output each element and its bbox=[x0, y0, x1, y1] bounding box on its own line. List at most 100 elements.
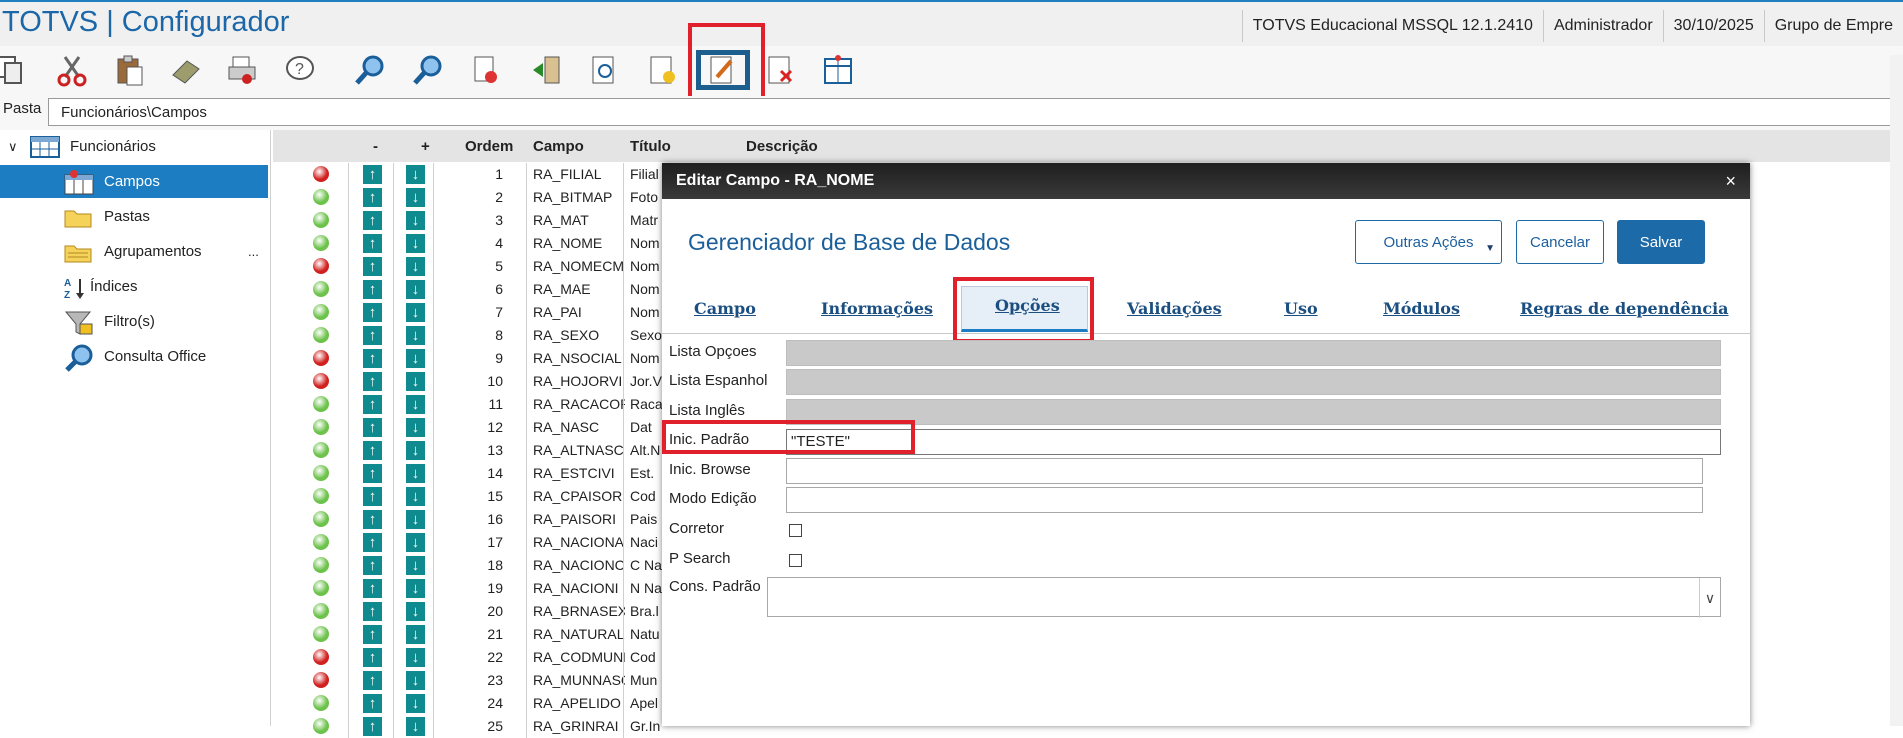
column-header-ordem[interactable]: Ordem bbox=[465, 138, 513, 155]
table-row[interactable]: ↑ ↓ 18 RA_NACIONC C Na bbox=[273, 554, 673, 577]
delete-field-icon[interactable] bbox=[760, 50, 800, 90]
cut-icon[interactable] bbox=[52, 50, 92, 90]
arrow-up-icon[interactable]: ↑ bbox=[363, 487, 382, 506]
other-actions-button[interactable]: Outras Ações ▼ bbox=[1355, 220, 1502, 264]
table-row[interactable]: ↑ ↓ 16 RA_PAISORI Pais bbox=[273, 508, 673, 531]
scrollbar[interactable] bbox=[1890, 55, 1903, 726]
arrow-up-icon[interactable]: ↑ bbox=[363, 533, 382, 552]
table-row[interactable]: ↑ ↓ 11 RA_RACACOR Raca bbox=[273, 393, 673, 416]
eraser-icon[interactable] bbox=[166, 50, 206, 90]
arrow-up-icon[interactable]: ↑ bbox=[363, 717, 382, 736]
arrow-up-icon[interactable]: ↑ bbox=[363, 165, 382, 184]
arrow-down-icon[interactable]: ↓ bbox=[406, 395, 425, 414]
arrow-down-icon[interactable]: ↓ bbox=[406, 349, 425, 368]
arrow-up-icon[interactable]: ↑ bbox=[363, 579, 382, 598]
print-icon[interactable] bbox=[222, 50, 262, 90]
arrow-down-icon[interactable]: ↓ bbox=[406, 257, 425, 276]
table-row[interactable]: ↑ ↓ 10 RA_HOJORVI Jor.V bbox=[273, 370, 673, 393]
search-icon[interactable] bbox=[350, 50, 390, 90]
arrow-down-icon[interactable]: ↓ bbox=[406, 326, 425, 345]
close-icon[interactable]: × bbox=[1725, 163, 1736, 199]
chevron-down-icon[interactable]: ∨ bbox=[8, 130, 18, 163]
table-row[interactable]: ↑ ↓ 24 RA_APELIDO Apel bbox=[273, 692, 673, 715]
table-row[interactable]: ↑ ↓ 2 RA_BITMAP Foto bbox=[273, 186, 673, 209]
arrow-down-icon[interactable]: ↓ bbox=[406, 441, 425, 460]
table-row[interactable]: ↑ ↓ 23 RA_MUNNASC Mun bbox=[273, 669, 673, 692]
tab-informacoes[interactable]: Informações bbox=[821, 299, 933, 318]
tree-item-pastas[interactable]: Pastas bbox=[0, 200, 268, 233]
tree-item-campos[interactable]: Campos bbox=[0, 165, 268, 198]
arrow-down-icon[interactable]: ↓ bbox=[406, 234, 425, 253]
arrow-down-icon[interactable]: ↓ bbox=[406, 280, 425, 299]
export-icon[interactable] bbox=[466, 50, 506, 90]
arrow-up-icon[interactable]: ↑ bbox=[363, 395, 382, 414]
arrow-up-icon[interactable]: ↑ bbox=[363, 464, 382, 483]
corretor-checkbox[interactable] bbox=[789, 524, 802, 537]
help-icon[interactable]: ? bbox=[280, 50, 320, 90]
inic-padrao-input[interactable]: "TESTE" bbox=[786, 429, 1721, 455]
arrow-up-icon[interactable]: ↑ bbox=[363, 648, 382, 667]
table-row[interactable]: ↑ ↓ 4 RA_NOME Nom bbox=[273, 232, 673, 255]
tree-item-filtros[interactable]: Filtro(s) bbox=[0, 305, 268, 338]
arrow-up-icon[interactable]: ↑ bbox=[363, 349, 382, 368]
arrow-down-icon[interactable]: ↓ bbox=[406, 188, 425, 207]
arrow-down-icon[interactable]: ↓ bbox=[406, 211, 425, 230]
tab-campo[interactable]: Campo bbox=[694, 299, 756, 318]
chevron-down-icon[interactable]: ∨ bbox=[1699, 578, 1720, 618]
column-header-titulo[interactable]: Título bbox=[630, 138, 671, 155]
inic-browse-input[interactable] bbox=[786, 458, 1703, 484]
tree-item-indices[interactable]: AZ Índices bbox=[0, 270, 268, 303]
arrow-down-icon[interactable]: ↓ bbox=[406, 694, 425, 713]
arrow-down-icon[interactable]: ↓ bbox=[406, 648, 425, 667]
table-row[interactable]: ↑ ↓ 22 RA_CODMUNN Cod bbox=[273, 646, 673, 669]
table-row[interactable]: ↑ ↓ 19 RA_NACIONI N Na bbox=[273, 577, 673, 600]
table-row[interactable]: ↑ ↓ 8 RA_SEXO Sexo bbox=[273, 324, 673, 347]
column-header-minus[interactable]: - bbox=[373, 138, 378, 155]
arrow-down-icon[interactable]: ↓ bbox=[406, 556, 425, 575]
table-row[interactable]: ↑ ↓ 17 RA_NACIONA Naci bbox=[273, 531, 673, 554]
arrow-down-icon[interactable]: ↓ bbox=[406, 464, 425, 483]
table-row[interactable]: ↑ ↓ 7 RA_PAI Nom bbox=[273, 301, 673, 324]
table-row[interactable]: ↑ ↓ 21 RA_NATURAL Natu bbox=[273, 623, 673, 646]
arrow-down-icon[interactable]: ↓ bbox=[406, 303, 425, 322]
arrow-up-icon[interactable]: ↑ bbox=[363, 303, 382, 322]
pasta-path-field[interactable]: Funcionários\Campos bbox=[48, 98, 1892, 126]
arrow-up-icon[interactable]: ↑ bbox=[363, 211, 382, 230]
arrow-down-icon[interactable]: ↓ bbox=[406, 165, 425, 184]
table-row[interactable]: ↑ ↓ 6 RA_MAE Nom bbox=[273, 278, 673, 301]
arrow-up-icon[interactable]: ↑ bbox=[363, 372, 382, 391]
tab-validacoes[interactable]: Validações bbox=[1127, 299, 1222, 318]
arrow-up-icon[interactable]: ↑ bbox=[363, 694, 382, 713]
arrow-up-icon[interactable]: ↑ bbox=[363, 234, 382, 253]
search-next-icon[interactable] bbox=[408, 50, 448, 90]
arrow-up-icon[interactable]: ↑ bbox=[363, 671, 382, 690]
tree-root-funcionarios[interactable]: ∨ Funcionários bbox=[0, 130, 268, 163]
table-row[interactable]: ↑ ↓ 25 RA_GRINRAI Gr.In bbox=[273, 715, 673, 738]
arrow-down-icon[interactable]: ↓ bbox=[406, 625, 425, 644]
arrow-down-icon[interactable]: ↓ bbox=[406, 579, 425, 598]
arrow-up-icon[interactable]: ↑ bbox=[363, 510, 382, 529]
arrow-down-icon[interactable]: ↓ bbox=[406, 533, 425, 552]
column-header-descricao[interactable]: Descrição bbox=[746, 138, 818, 155]
table-row[interactable]: ↑ ↓ 9 RA_NSOCIAL Nom bbox=[273, 347, 673, 370]
arrow-down-icon[interactable]: ↓ bbox=[406, 602, 425, 621]
arrow-up-icon[interactable]: ↑ bbox=[363, 280, 382, 299]
table-row[interactable]: ↑ ↓ 12 RA_NASC Dat bbox=[273, 416, 673, 439]
copy-icon[interactable] bbox=[0, 50, 30, 90]
add-field-icon[interactable] bbox=[642, 50, 682, 90]
cons-padrao-select[interactable]: ∨ bbox=[767, 577, 1721, 618]
arrow-up-icon[interactable]: ↑ bbox=[363, 625, 382, 644]
arrow-up-icon[interactable]: ↑ bbox=[363, 602, 382, 621]
cancel-button[interactable]: Cancelar bbox=[1516, 220, 1604, 264]
tab-modulos[interactable]: Módulos bbox=[1383, 299, 1460, 318]
arrow-down-icon[interactable]: ↓ bbox=[406, 510, 425, 529]
arrow-down-icon[interactable]: ↓ bbox=[406, 487, 425, 506]
tree-item-consulta-office[interactable]: Consulta Office bbox=[0, 340, 268, 373]
tab-regras-de-dependencia[interactable]: Regras de dependência bbox=[1520, 299, 1729, 318]
table-row[interactable]: ↑ ↓ 13 RA_ALTNASC Alt.N bbox=[273, 439, 673, 462]
table-row[interactable]: ↑ ↓ 20 RA_BRNASEX Bra.l bbox=[273, 600, 673, 623]
arrow-up-icon[interactable]: ↑ bbox=[363, 326, 382, 345]
arrow-up-icon[interactable]: ↑ bbox=[363, 188, 382, 207]
arrow-down-icon[interactable]: ↓ bbox=[406, 372, 425, 391]
column-header-campo[interactable]: Campo bbox=[533, 138, 584, 155]
